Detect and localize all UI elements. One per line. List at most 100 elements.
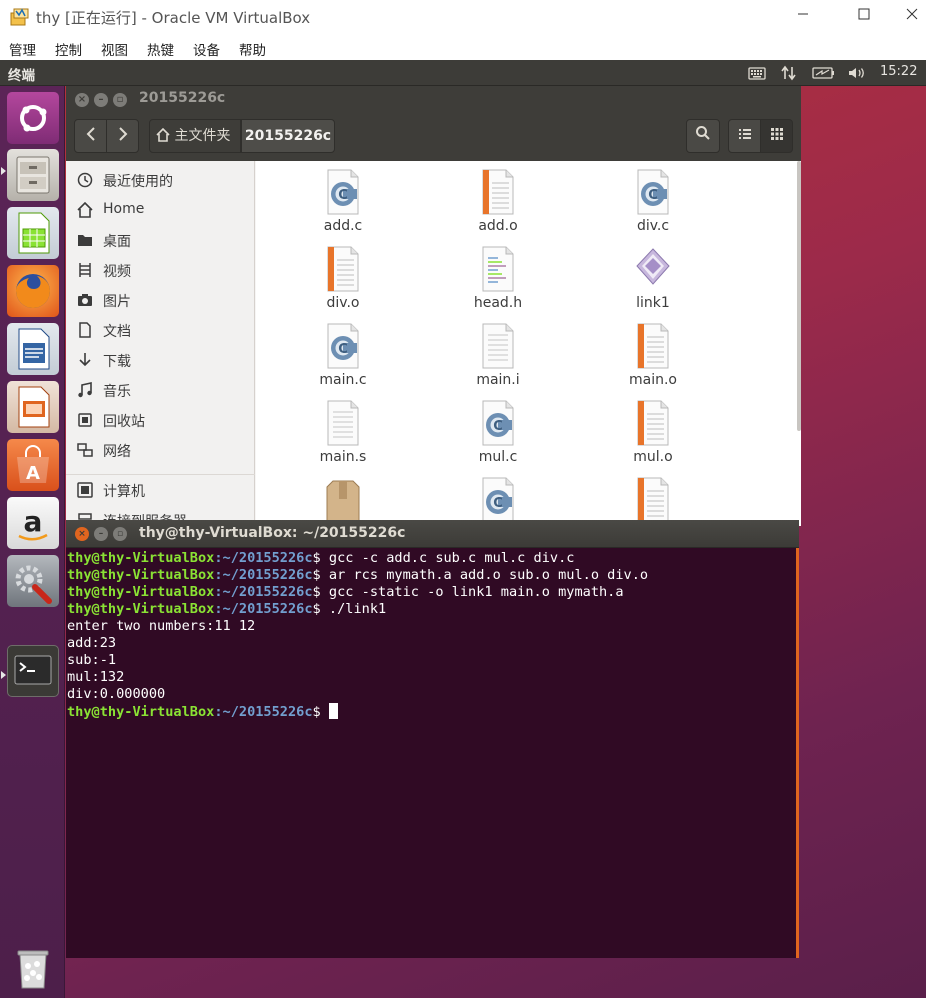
sidebar-item-documents[interactable]: 文档 [66,316,255,344]
prompt-path: :~/20155226c [214,601,313,617]
maximize-button[interactable] [841,0,887,32]
sidebar-item-pictures[interactable]: 图片 [66,286,255,314]
file-item[interactable]: Cmul.c [443,394,553,470]
sidebar-item-desktop[interactable]: 桌面 [66,226,255,254]
menu-view[interactable]: 视图 [101,39,128,59]
file-item[interactable]: main.i [443,317,553,393]
sidebar-item-trash[interactable]: 回收站 [66,406,255,434]
sidebar-item-computer[interactable]: 计算机 [66,476,255,504]
file-item[interactable] [598,471,708,526]
terminal-title: thy@thy-VirtualBox: ~/20155226c [139,525,406,541]
document-writer-icon [18,328,50,370]
volume-icon[interactable] [847,65,867,81]
sidebar-label: 音乐 [103,384,131,400]
file-name: link1 [636,295,670,311]
file-item[interactable]: main.s [288,394,398,470]
prompt-user: thy@thy-VirtualBox [67,584,215,600]
network-transfer-icon[interactable] [780,65,798,81]
battery-icon[interactable] [812,65,836,81]
prompt-user: thy@thy-VirtualBox [67,550,215,566]
c-source-file-icon: C [482,400,514,446]
terminal-close-button[interactable]: × [75,527,89,541]
document-icon [79,322,91,338]
text-file-icon [327,400,359,446]
file-item[interactable]: div.o [288,240,398,316]
file-item[interactable]: mul.o [598,394,708,470]
terminal-command-line: thy@thy-VirtualBox:~/20155226c$ ./link1 [67,601,386,618]
prompt-symbol: $ [312,567,329,583]
file-item[interactable] [288,471,398,526]
sidebar-label: 最近使用的 [103,174,173,190]
fm-maximize-button[interactable]: ▫ [113,93,127,107]
music-icon [78,382,92,398]
sidebar-item-music[interactable]: 音乐 [66,376,255,404]
terminal-command-line: thy@thy-VirtualBox:~/20155226c$ gcc -c a… [67,550,574,567]
presentation-icon [18,386,50,428]
file-item[interactable]: Cadd.c [288,163,398,239]
launcher-files[interactable] [7,149,59,201]
prompt-symbol: $ [312,601,329,617]
launcher-software-center[interactable]: A [7,439,59,491]
file-item[interactable]: add.o [443,163,553,239]
breadcrumb-home[interactable]: 主文件夹 [149,119,241,153]
sidebar-label: 回收站 [103,414,145,430]
minimize-button[interactable] [780,0,826,32]
prompt-path: :~/20155226c [214,567,313,583]
terminal-minimize-button[interactable]: – [94,527,108,541]
fm-close-button[interactable]: × [75,93,89,107]
menu-devices[interactable]: 设备 [193,39,220,59]
file-grid-scrollbar[interactable] [797,161,801,431]
terminal-output[interactable]: thy@thy-VirtualBox:~/20155226c$ gcc -c a… [67,550,795,954]
file-cabinet-icon [16,156,50,194]
grid-view-button[interactable] [760,119,793,153]
launcher-impress[interactable] [7,381,59,433]
sidebar-item-videos[interactable]: 视频 [66,256,255,284]
file-item[interactable]: C [443,471,553,526]
file-item[interactable]: Cmain.c [288,317,398,393]
terminal-maximize-button[interactable]: ▫ [113,527,127,541]
sidebar-item-network[interactable]: 网络 [66,436,255,464]
search-button[interactable] [686,119,720,153]
prompt-path: :~/20155226c [214,550,313,566]
file-item[interactable]: head.h [443,240,553,316]
launcher-firefox[interactable] [7,265,59,317]
launcher-dash[interactable] [7,92,59,144]
svg-text:C: C [338,188,348,203]
clock-time[interactable]: 15:22 [880,64,917,79]
menu-hotkeys[interactable]: 热键 [147,39,174,59]
menu-manage[interactable]: 管理 [9,39,36,59]
svg-text:C: C [648,188,658,203]
forward-button[interactable] [106,119,139,153]
launcher-writer[interactable] [7,323,59,375]
svg-text:A: A [26,463,40,484]
file-name: main.i [476,372,520,388]
archive-file-icon [326,480,360,522]
launcher-terminal[interactable] [7,645,59,697]
sidebar-label: 下载 [103,354,131,370]
keyboard-icon[interactable] [748,65,766,81]
sidebar-item-recent[interactable]: 最近使用的 [66,166,255,194]
sidebar-label: 文档 [103,324,131,340]
fm-window-title: 20155226c [139,90,226,106]
object-file-icon [327,246,359,292]
file-item[interactable]: Cdiv.c [598,163,708,239]
sidebar-item-home[interactable]: Home [66,196,255,224]
breadcrumb-current[interactable]: 20155226c [241,119,335,153]
virtualbox-titlebar: thy [正在运行] - Oracle VM VirtualBox [0,0,926,34]
menu-control[interactable]: 控制 [55,39,82,59]
menu-help[interactable]: 帮助 [239,39,266,59]
terminal-header: × – ▫ thy@thy-VirtualBox: ~/20155226c [66,520,799,548]
launcher-amazon[interactable]: a [7,497,59,549]
fm-minimize-button[interactable]: – [94,93,108,107]
file-item[interactable]: main.o [598,317,708,393]
file-item[interactable]: link1 [598,240,708,316]
file-name: div.c [636,218,670,234]
launcher-system-settings[interactable] [7,555,59,607]
close-button[interactable] [898,0,926,32]
list-view-button[interactable] [728,119,761,153]
launcher-running-indicator [1,671,6,679]
launcher-trash[interactable] [7,942,59,994]
sidebar-item-downloads[interactable]: 下载 [66,346,255,374]
back-button[interactable] [74,119,107,153]
launcher-calc[interactable] [7,207,59,259]
